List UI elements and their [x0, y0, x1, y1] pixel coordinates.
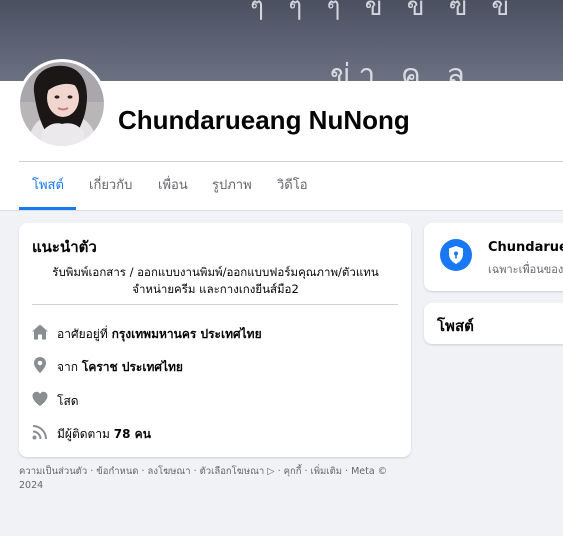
- tab-photos[interactable]: รูปภาพ: [212, 162, 252, 210]
- profile-avatar[interactable]: [20, 62, 104, 146]
- home-icon: [32, 324, 48, 340]
- footer-link-more[interactable]: เพิ่มเติม: [311, 466, 342, 477]
- from-value[interactable]: โคราช ประเทศไทย: [82, 360, 183, 374]
- footer-link-terms[interactable]: ข้อกำหนด: [96, 466, 138, 477]
- privacy-card-subtitle: เฉพาะเพื่อนของ: [488, 263, 563, 276]
- footer-link-cookies[interactable]: คุกกี้: [284, 466, 302, 477]
- rss-icon: [32, 425, 47, 440]
- profile-name: Chundarueang NuNong: [118, 105, 410, 135]
- posts-title: โพสต์: [437, 317, 474, 335]
- footer-links: ความเป็นส่วนตัว · ข้อกำหนด · ลงโฆษณา · ต…: [19, 466, 388, 491]
- intro-divider: [32, 304, 398, 305]
- privacy-card-name[interactable]: Chundarueа: [488, 240, 563, 255]
- intro-bio: รับพิมพ์เอกสาร / ออกแบบงานพิมพ์/ออกแบบฟอ…: [33, 264, 398, 298]
- followers-prefix: มีผู้ติดตาม: [57, 427, 110, 441]
- intro-card: แนะนำตัว รับพิมพ์เอกสาร / ออกแบบงานพิมพ์…: [19, 223, 411, 457]
- heart-icon: [32, 391, 48, 406]
- from-prefix: จาก: [57, 360, 79, 374]
- header-bottom-border: [0, 210, 563, 211]
- shield-lock-icon: [440, 239, 472, 271]
- tab-friends[interactable]: เพื่อน: [158, 162, 188, 210]
- lives-value[interactable]: กรุงเทพมหานคร ประเทศไทย: [112, 327, 262, 341]
- footer-link-privacy[interactable]: ความเป็นส่วนตัว: [19, 466, 87, 477]
- location-pin-icon: [34, 357, 46, 373]
- relationship-status: โสด: [57, 394, 79, 408]
- tab-posts[interactable]: โพสต์: [32, 162, 64, 210]
- followers-value[interactable]: 78 คน: [114, 427, 151, 441]
- footer-link-ad-choices[interactable]: ตัวเลือกโฆษณา ▷: [200, 466, 275, 477]
- bio-line-2: จำหน่ายครีม และกางเกงยีนส์มือ2: [132, 282, 299, 296]
- bio-line-1: รับพิมพ์เอกสาร / ออกแบบงานพิมพ์/ออกแบบฟอ…: [52, 265, 379, 279]
- intro-title: แนะนำตัว: [32, 238, 97, 256]
- posts-card: โพสต์: [424, 303, 563, 344]
- cover-text-bottom: ข่า คุ ล: [330, 58, 473, 81]
- footer-link-advertising[interactable]: ลงโฆษณา: [148, 466, 191, 477]
- privacy-card: Chundarueа เฉพาะเพื่อนของ: [424, 223, 563, 291]
- tab-about[interactable]: เกี่ยวกับ: [89, 162, 132, 210]
- lives-prefix: อาศัยอยู่ที่: [57, 327, 108, 341]
- cover-text-top: ๆ ๆ ๆ ข ข ฃ ข: [250, 0, 518, 22]
- tab-videos[interactable]: วิดีโอ: [277, 162, 308, 210]
